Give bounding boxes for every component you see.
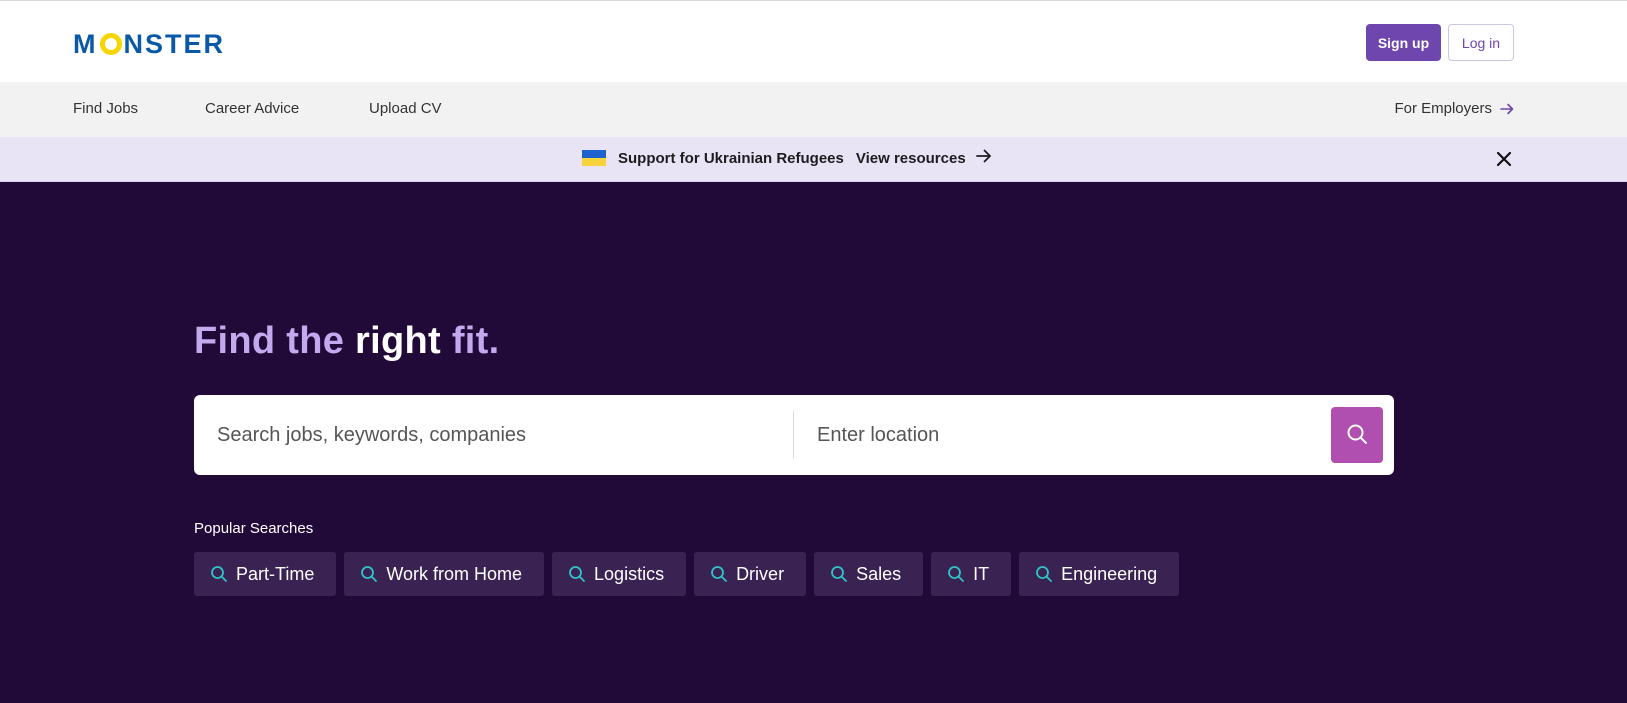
main-nav: Find Jobs Career Advice Upload CV For Em… [0,82,1627,137]
search-divider [793,411,794,459]
view-resources-link[interactable]: View resources [856,149,992,167]
arrow-right-icon [1500,103,1514,115]
ukraine-flag-icon [582,150,606,166]
chip-label: Driver [736,563,785,584]
search-bar [194,395,1394,475]
search-icon [360,565,378,583]
chip-label: Logistics [594,563,665,584]
popular-search-chip[interactable]: Part-Time [194,552,337,596]
headline-part2: right [355,320,441,362]
search-icon [1035,565,1053,583]
popular-search-chip[interactable]: Logistics [552,552,687,596]
signup-button[interactable]: Sign up [1366,24,1441,61]
popular-search-chip[interactable]: Driver [694,552,807,596]
search-icon [710,565,728,583]
popular-search-chip[interactable]: IT [931,552,1012,596]
chip-label: Engineering [1061,563,1158,584]
nav-item-find-jobs[interactable]: Find Jobs [73,100,138,117]
search-icon [210,565,228,583]
popular-searches-list: Part-Time Work from Home Logistics Drive… [194,552,1180,596]
monster-logo[interactable]: M NSTER [73,29,225,59]
view-resources-label: View resources [855,149,966,167]
job-search-input[interactable] [217,419,777,451]
arrow-right-icon [975,149,992,167]
chip-label: IT [973,563,990,584]
search-icon [947,565,965,583]
hero-section: Find the right fit. Popular Searches Par… [0,182,1627,703]
login-button[interactable]: Log in [1448,24,1514,61]
search-icon [830,565,848,583]
location-input[interactable] [817,419,1297,451]
site-header: M NSTER Sign up Log in [0,1,1627,82]
popular-searches-label: Popular Searches [194,520,314,537]
chip-label: Work from Home [386,563,523,584]
search-icon [1346,423,1368,448]
nav-item-career-advice[interactable]: Career Advice [205,100,299,117]
popular-search-chip[interactable]: Engineering [1019,552,1180,596]
search-button[interactable] [1331,407,1383,463]
for-employers-link[interactable]: For Employers [1394,100,1514,117]
popular-search-chip[interactable]: Sales [814,552,924,596]
headline-part3: fit. [451,320,500,362]
for-employers-label: For Employers [1394,100,1492,117]
search-icon [568,565,586,583]
close-icon[interactable] [1494,149,1514,169]
chip-label: Sales [856,563,902,584]
chip-label: Part-Time [236,563,315,584]
banner-title: Support for Ukrainian Refugees [618,149,844,167]
page-title: Find the right fit. [194,320,499,363]
nav-item-upload-cv[interactable]: Upload CV [369,100,442,117]
refugee-banner: Support for Ukrainian Refugees View reso… [0,137,1627,182]
popular-search-chip[interactable]: Work from Home [344,552,545,596]
headline-part1: Find the [194,320,345,362]
